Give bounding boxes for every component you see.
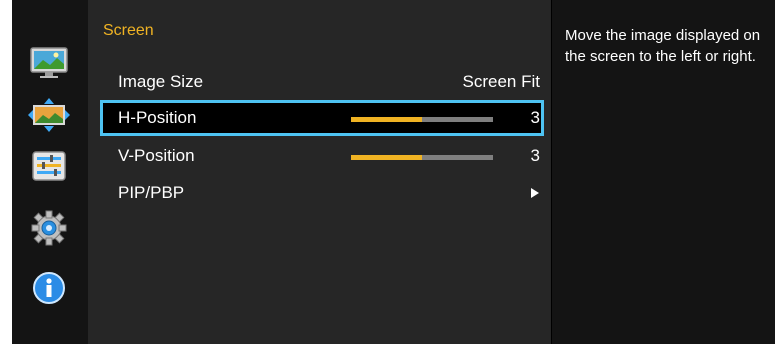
menu-item-value: 3 xyxy=(530,146,540,165)
menu-item-label: PIP/PBP xyxy=(118,183,185,202)
menu-item-value: Screen Fit xyxy=(462,72,540,91)
screen-position-icon[interactable] xyxy=(25,95,73,135)
menu-item-label: H-Position xyxy=(118,108,197,127)
gear-icon[interactable] xyxy=(25,208,73,248)
menu-item-label: V-Position xyxy=(118,146,195,165)
h-position-slider[interactable] xyxy=(351,117,493,122)
h-position-slider-fill xyxy=(351,117,422,122)
info-icon[interactable] xyxy=(25,268,73,308)
v-position-slider-fill xyxy=(351,155,422,160)
menu-item-v-position[interactable]: V-Position 3 xyxy=(100,138,544,174)
settings-sliders-icon[interactable] xyxy=(25,146,73,186)
menu-item-value: 3 xyxy=(530,108,540,127)
category-sidebar xyxy=(12,0,88,344)
help-text: Move the image displayed on the screen t… xyxy=(565,27,761,65)
menu-item-pip-pbp[interactable]: PIP/PBP xyxy=(100,175,544,211)
menu-item-image-size[interactable]: Image Size Screen Fit xyxy=(100,64,544,100)
menu-item-label: Image Size xyxy=(118,72,204,91)
v-position-slider[interactable] xyxy=(351,155,493,160)
picture-icon[interactable] xyxy=(25,43,73,83)
submenu-arrow-icon xyxy=(531,188,539,198)
osd-window: Screen Image Size Screen Fit H-Position … xyxy=(12,0,775,344)
help-panel: Move the image displayed on the screen t… xyxy=(552,0,775,344)
menu-item-h-position[interactable]: H-Position 3 xyxy=(100,100,544,136)
menu-title: Screen xyxy=(103,22,154,39)
menu-panel: Screen Image Size Screen Fit H-Position … xyxy=(88,0,552,344)
